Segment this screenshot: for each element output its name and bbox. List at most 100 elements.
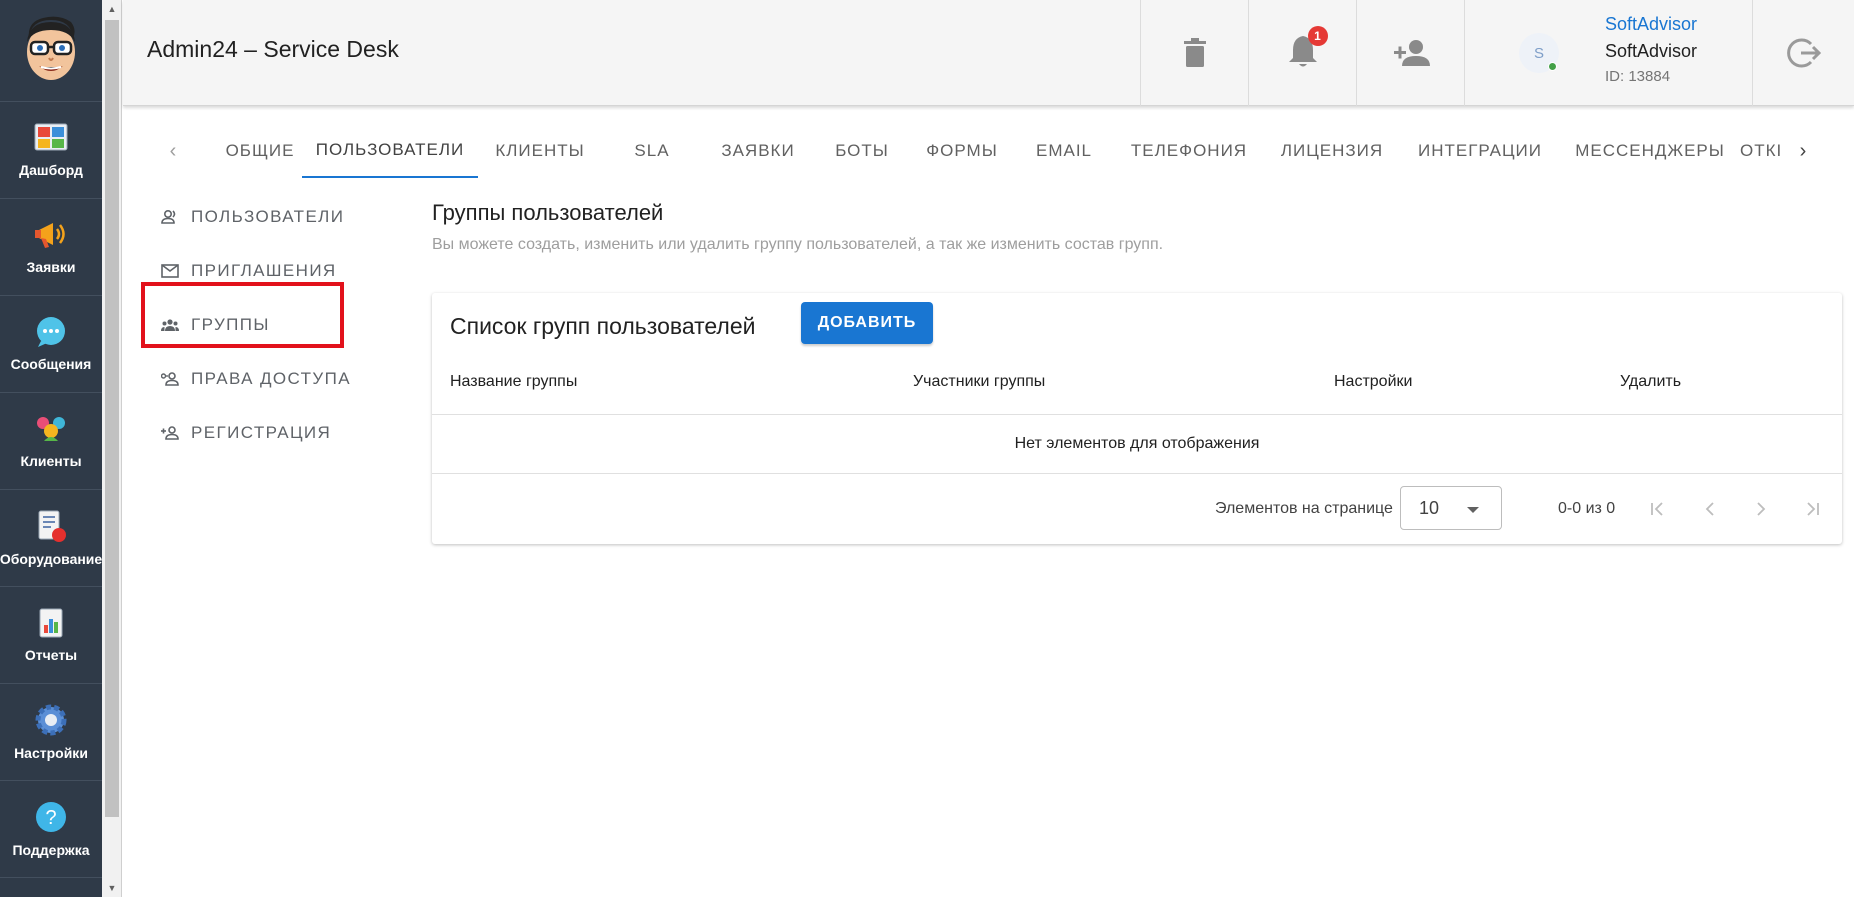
online-status-dot <box>1548 62 1557 71</box>
pagination-range: 0-0 из 0 <box>1558 500 1616 517</box>
scroll-up-icon[interactable]: ▲ <box>102 0 122 18</box>
dashboard-icon <box>34 123 68 151</box>
nav-clients[interactable]: Клиенты <box>0 393 102 490</box>
nav-settings[interactable]: Настройки <box>0 684 102 781</box>
user-info: SoftAdvisor SoftAdvisor ID: 13884 <box>1605 14 1697 85</box>
subnav-label: ПРАВА ДОСТУПА <box>191 369 351 388</box>
first-page-icon <box>1651 502 1663 516</box>
next-page-button[interactable] <box>1748 496 1774 522</box>
first-page-button[interactable] <box>1645 496 1671 522</box>
nav-label: Отчеты <box>24 647 78 663</box>
top-header: Admin24 – Service Desk 1 S SoftAdvisor S… <box>123 0 1854 106</box>
dropdown-caret-icon <box>1467 507 1479 513</box>
gear-icon <box>35 704 67 736</box>
scrollbar-thumb[interactable] <box>105 20 119 817</box>
nav-label: Поддержка <box>12 842 90 858</box>
subnav-users[interactable]: ПОЛЬЗОВАТЕЛИ <box>155 190 355 244</box>
tab-users[interactable]: ПОЛЬЗОВАТЕЛИ <box>302 124 478 178</box>
tab-integrations[interactable]: ИНТЕГРАЦИИ <box>1400 124 1560 178</box>
nav-label: Сообщения <box>10 356 92 372</box>
per-page-select[interactable]: 10 <box>1400 486 1502 530</box>
selection-highlight <box>141 282 344 348</box>
tabs-next-icon[interactable]: › <box>1790 124 1816 178</box>
nav-label: Клиенты <box>20 453 82 469</box>
tab-license[interactable]: ЛИЦЕНЗИЯ <box>1264 124 1400 178</box>
nav-reports[interactable]: Отчеты <box>0 587 102 684</box>
settings-tabs: ‹ ОБЩИЕ ПОЛЬЗОВАТЕЛИ КЛИЕНТЫ SLA ЗАЯВКИ … <box>160 124 1820 178</box>
access-rights-icon <box>161 372 179 386</box>
chat-bubble-icon <box>37 317 65 347</box>
tab-sla[interactable]: SLA <box>602 124 702 178</box>
mail-icon <box>161 264 179 278</box>
tab-requests[interactable]: ЗАЯВКИ <box>702 124 814 178</box>
app-logo[interactable] <box>0 0 102 102</box>
tab-telephony[interactable]: ТЕЛЕФОНИЯ <box>1114 124 1264 178</box>
help-icon: ? <box>36 802 66 832</box>
megaphone-icon <box>35 223 65 248</box>
avatar-letter: S <box>1533 44 1544 62</box>
avatar[interactable]: S <box>1519 33 1559 73</box>
nav-label: Дашборд <box>19 162 83 178</box>
logout-button[interactable] <box>1752 0 1854 106</box>
card-title: Список групп пользователей <box>450 313 756 339</box>
subnav-label: РЕГИСТРАЦИЯ <box>191 423 332 442</box>
per-page-value: 10 <box>1419 497 1440 518</box>
page-scrollbar[interactable]: ▲ ▼ <box>102 0 122 897</box>
trash-icon <box>1183 38 1206 67</box>
user-name-link[interactable]: SoftAdvisor <box>1605 14 1697 35</box>
mascot-logo-icon <box>27 16 75 80</box>
bell-wrapper: 1 <box>1288 25 1328 73</box>
equipment-icon <box>38 510 66 542</box>
tab-messengers[interactable]: МЕССЕНДЖЕРЫ <box>1560 124 1740 178</box>
subnav-label: ПОЛЬЗОВАТЕЛИ <box>191 207 345 226</box>
app-sidebar: Дашборд Заявки Сообщения Клиенты Оборудо… <box>0 0 102 897</box>
page-title: Admin24 – Service Desk <box>147 36 399 62</box>
prev-page-button[interactable] <box>1697 496 1723 522</box>
clients-icon <box>37 417 65 441</box>
trash-button[interactable] <box>1140 0 1248 106</box>
section-description: Вы можете создать, изменить или удалить … <box>432 236 1164 253</box>
table-divider <box>432 414 1842 415</box>
subnav-registration[interactable]: РЕГИСТРАЦИЯ <box>155 406 355 460</box>
groups-list-card: Список групп пользователей ДОБАВИТЬ Назв… <box>432 293 1842 544</box>
subnav-access-rights[interactable]: ПРАВА ДОСТУПА <box>155 352 355 406</box>
user-id: ID: 13884 <box>1605 68 1671 85</box>
tab-forms[interactable]: ФОРМЫ <box>910 124 1014 178</box>
nav-support[interactable]: ? Поддержка <box>0 781 102 878</box>
add-user-button[interactable] <box>1356 0 1464 106</box>
column-header-members[interactable]: Участники группы <box>913 373 1045 391</box>
column-header-delete[interactable]: Удалить <box>1620 373 1681 391</box>
table-divider <box>432 473 1842 474</box>
tab-general[interactable]: ОБЩИЕ <box>210 124 310 178</box>
tabs-prev-icon[interactable]: ‹ <box>160 124 186 178</box>
tab-email[interactable]: EMAIL <box>1014 124 1114 178</box>
column-header-settings[interactable]: Настройки <box>1334 373 1412 391</box>
nav-requests[interactable]: Заявки <box>0 199 102 296</box>
last-page-button[interactable] <box>1799 496 1825 522</box>
per-page-label: Элементов на странице <box>1215 500 1393 517</box>
notifications-button[interactable]: 1 <box>1248 0 1356 106</box>
tab-truncated[interactable]: ОТКІ <box>1740 124 1788 178</box>
nav-label: Заявки <box>26 259 76 275</box>
subnav-label: ПРИГЛАШЕНИЯ <box>191 261 337 280</box>
svg-text:?: ? <box>45 807 56 829</box>
nav-equipment[interactable]: Оборудование <box>0 490 102 587</box>
last-page-icon <box>1807 502 1819 516</box>
nav-label: Оборудование <box>0 551 103 567</box>
empty-state-text: Нет элементов для отображения <box>1014 435 1260 452</box>
add-group-button[interactable]: ДОБАВИТЬ <box>801 302 933 344</box>
reports-icon <box>39 608 63 638</box>
chevron-right-icon <box>1757 502 1766 516</box>
nav-messages[interactable]: Сообщения <box>0 296 102 393</box>
nav-dashboard[interactable]: Дашборд <box>0 102 102 199</box>
tab-bots[interactable]: БОТЫ <box>814 124 910 178</box>
nav-label: Настройки <box>14 745 88 761</box>
tab-clients[interactable]: КЛИЕНТЫ <box>478 124 602 178</box>
content-header: Группы пользователей Вы можете создать, … <box>432 200 1163 254</box>
notification-badge: 1 <box>1307 25 1328 46</box>
scroll-down-icon[interactable]: ▼ <box>102 879 122 897</box>
chevron-left-icon <box>1705 502 1714 516</box>
section-heading: Группы пользователей <box>432 200 664 225</box>
column-header-group-name[interactable]: Название группы <box>450 373 577 391</box>
add-person-icon <box>1393 40 1430 66</box>
